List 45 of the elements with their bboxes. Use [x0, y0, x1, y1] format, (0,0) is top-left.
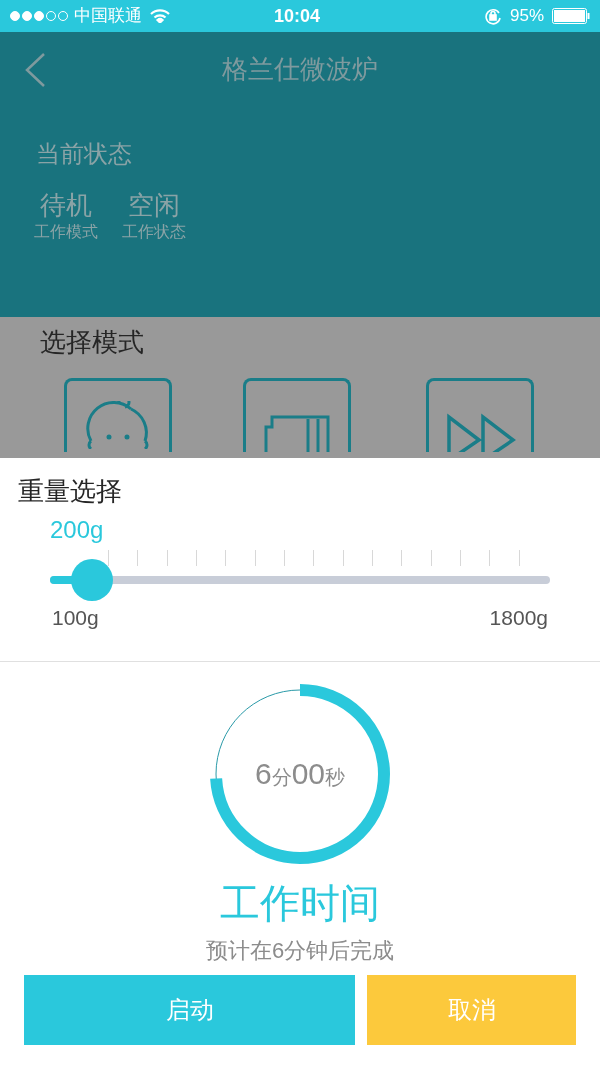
state-value: 空闲 [128, 190, 180, 220]
wifi-icon [150, 9, 170, 23]
section-title: 当前状态 [36, 139, 132, 169]
slider-track[interactable] [50, 559, 550, 601]
rotation-lock-icon [483, 7, 502, 25]
tick-mark [460, 550, 462, 566]
tick-mark [225, 550, 227, 566]
tick-mark [313, 550, 315, 566]
timer-title: 工作时间 [220, 879, 380, 927]
battery-icon [552, 8, 590, 24]
carrier-name: 中国联通 [74, 5, 142, 28]
tick-mark [518, 550, 520, 566]
cancel-button[interactable]: 取消 [367, 974, 576, 1045]
battery-percent: 95% [509, 5, 544, 28]
max-label: 1800g [489, 605, 548, 631]
baby-face-icon [85, 401, 151, 449]
tick-mark [108, 550, 109, 566]
mode-button[interactable] [243, 378, 351, 452]
start-button[interactable]: 启动 [24, 974, 355, 1045]
tick-mark [489, 550, 491, 566]
tick-mark [372, 550, 374, 566]
back-button[interactable] [24, 52, 46, 88]
tick-mark [254, 550, 256, 566]
tick-mark [137, 550, 139, 566]
mode-button[interactable] [64, 378, 172, 452]
mode-button[interactable] [426, 378, 534, 452]
tick-mark [430, 550, 432, 566]
state-label: 工作状态 [122, 222, 186, 242]
tick-mark [196, 550, 198, 566]
state-label: 工作模式 [34, 222, 98, 242]
slider-thumb[interactable] [71, 559, 113, 601]
timer-readout: 6分00秒 [254, 756, 346, 792]
tick-mark [166, 550, 168, 566]
timer-note: 预计在6分钟后完成 [205, 936, 395, 965]
tick-mark [284, 550, 286, 566]
tick-mark [401, 550, 403, 566]
bread-slice-icon [262, 413, 332, 452]
clock-time: 10:04 [274, 4, 321, 28]
min-label: 100g [52, 605, 99, 631]
page-title: 格兰仕微波炉 [222, 52, 378, 86]
section-title: 重量选择 [18, 475, 122, 508]
section-title: 选择模式 [40, 326, 144, 359]
slider-value: 200g [50, 515, 104, 545]
state-value: 待机 [40, 190, 92, 220]
tick-mark [342, 550, 344, 566]
